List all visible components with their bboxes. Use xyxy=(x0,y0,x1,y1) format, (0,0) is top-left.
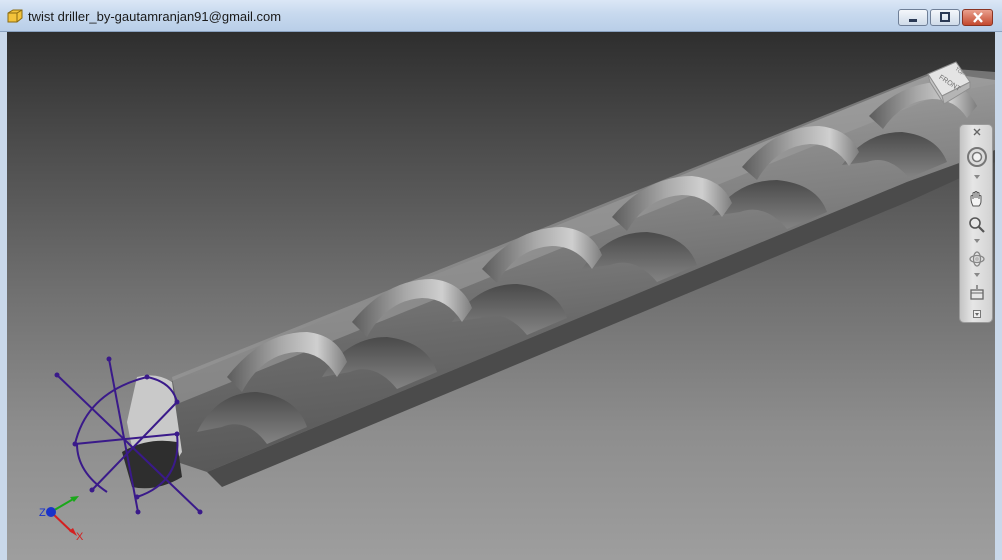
zoom-button[interactable] xyxy=(960,213,994,237)
pan-button[interactable] xyxy=(960,187,994,211)
restore-icon xyxy=(940,12,950,22)
steering-wheel-icon xyxy=(967,147,987,167)
graphics-viewport[interactable]: FRONT TOP Z X xyxy=(7,32,995,560)
orbit-icon xyxy=(969,251,985,267)
close-button[interactable] xyxy=(962,9,993,26)
maximize-button[interactable] xyxy=(930,9,960,26)
minimize-button[interactable] xyxy=(898,9,928,26)
zoom-icon xyxy=(969,217,985,233)
twist-drill-model xyxy=(54,68,995,515)
window-title: twist driller_by-gautamranjan91@gmail.co… xyxy=(28,9,282,24)
navbar-close[interactable] xyxy=(960,127,994,137)
orbit-button[interactable] xyxy=(960,247,994,271)
minimize-icon xyxy=(909,19,917,22)
chevron-down-icon[interactable] xyxy=(974,239,980,243)
axis-x-label: X xyxy=(76,531,84,543)
axis-triad-graphic xyxy=(46,496,79,536)
chevron-down-icon[interactable] xyxy=(974,273,980,277)
hand-icon xyxy=(970,191,982,207)
inventor-part-icon xyxy=(7,9,23,23)
look-at-icon xyxy=(970,285,984,300)
axis-z-label: Z xyxy=(39,507,46,519)
viewcube[interactable]: FRONT TOP xyxy=(918,52,978,112)
look-at-button[interactable] xyxy=(960,281,994,305)
application-window: twist driller_by-gautamranjan91@gmail.co… xyxy=(0,0,1002,560)
close-icon xyxy=(973,128,981,136)
customize-icon xyxy=(973,310,981,318)
navigation-bar xyxy=(959,124,993,323)
close-icon xyxy=(972,12,983,23)
title-bar[interactable]: twist driller_by-gautamranjan91@gmail.co… xyxy=(0,0,1002,32)
steering-wheel-button[interactable] xyxy=(960,143,994,171)
navbar-customize[interactable] xyxy=(960,309,994,319)
axis-triad: Z X xyxy=(37,487,97,547)
chevron-down-icon[interactable] xyxy=(974,175,980,179)
